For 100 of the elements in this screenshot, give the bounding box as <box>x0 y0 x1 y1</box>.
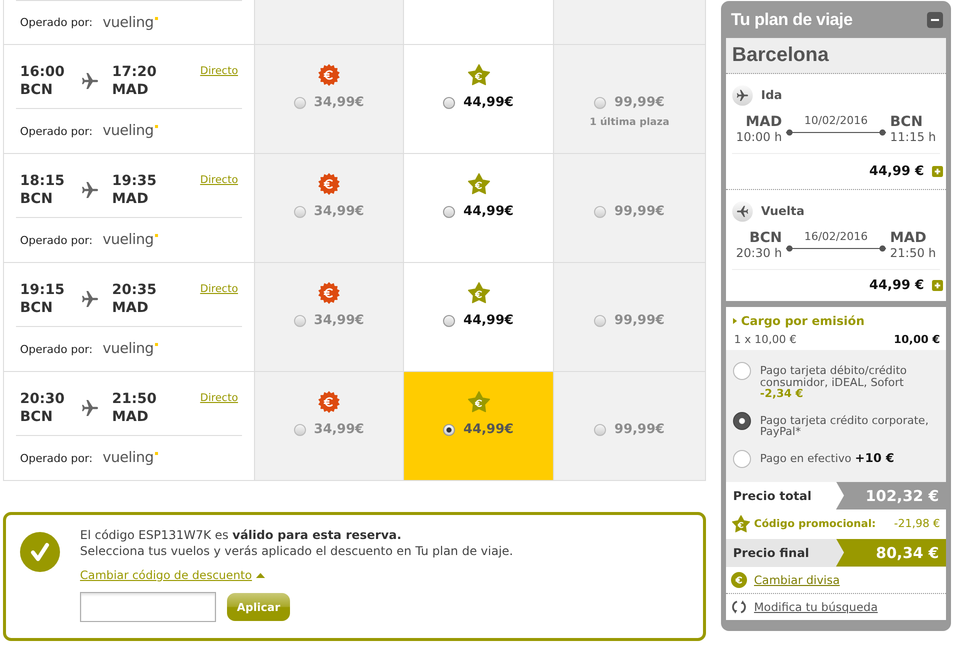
apply-button[interactable]: Aplicar <box>227 593 290 621</box>
arrival-airport: MAD <box>112 190 148 208</box>
fare-price: 34,99€ <box>314 313 364 329</box>
radio-button[interactable] <box>443 206 456 218</box>
flight-date: 16/02/2016 <box>804 230 868 244</box>
arrival-time: 20:35 <box>112 281 157 299</box>
departure-time: 20:30 <box>20 390 65 408</box>
modify-search-link[interactable]: Modifica tu búsqueda <box>754 600 878 614</box>
radio-button[interactable] <box>733 450 751 468</box>
radio-button[interactable] <box>443 315 456 327</box>
fare-price: 34,99€ <box>314 204 364 220</box>
leg-price: 44,99 € <box>869 164 924 179</box>
euro-star-icon <box>468 282 490 304</box>
departure-time: 16:00 <box>20 63 65 81</box>
fare-cell[interactable] <box>404 0 554 45</box>
panel-title: Tu plan de viaje <box>731 10 852 30</box>
fee-detail: 1 x 10,00 € <box>733 332 796 346</box>
destination-title: Barcelona <box>726 38 946 74</box>
radio-button[interactable] <box>733 362 751 380</box>
departure-time: 20:30 h <box>736 246 782 260</box>
payment-option-label: Pago en efectivo +10 € <box>760 450 894 464</box>
leg-label: Ida <box>761 88 782 102</box>
airline-logo: vueling <box>102 449 154 467</box>
promo-discount: -21,98 € <box>894 517 940 530</box>
euro-star-icon <box>468 64 490 86</box>
fare-cell[interactable]: 44,99€ <box>404 263 554 372</box>
payment-option-label: Pago tarjeta débito/crédito consumidor, iDEAL, Sofort -2,34 € <box>760 363 908 400</box>
fare-price: 34,99€ <box>314 95 364 111</box>
change-code-link[interactable]: Cambiar código de descuento <box>80 568 252 582</box>
check-icon <box>20 532 60 572</box>
euro-seal-icon <box>318 64 340 86</box>
euro-seal-icon <box>318 282 340 304</box>
destination-airport: BCN <box>890 114 923 130</box>
discount-code-field[interactable] <box>80 592 216 622</box>
euro-star-icon <box>468 173 490 195</box>
departure-airport: BCN <box>20 190 53 208</box>
operator-label: Operado por: <box>20 342 93 356</box>
stops-link[interactable]: Directo <box>200 173 238 187</box>
arrival-time: 17:20 <box>112 63 157 81</box>
leg-label: Vuelta <box>761 204 804 218</box>
euro-icon <box>731 572 747 588</box>
promo-code-label: Código promocional: <box>754 518 876 530</box>
change-currency-link[interactable]: Cambiar divisa <box>754 572 840 586</box>
plane-icon <box>82 182 98 198</box>
departure-airport: BCN <box>20 299 53 317</box>
fare-cell[interactable]: 44,99€ <box>404 45 554 154</box>
airline-logo: vueling <box>102 14 154 32</box>
departure-time: 18:15 <box>20 172 65 190</box>
arrival-airport: MAD <box>112 81 148 99</box>
stops-link[interactable]: Directo <box>200 391 238 405</box>
origin-airport: MAD <box>746 114 782 130</box>
radio-button[interactable] <box>733 412 751 430</box>
arrival-time: 21:50 <box>112 390 157 408</box>
promo-message: El código ESP131W7K es válido para esta reserva. <box>80 527 402 543</box>
plus-icon[interactable] <box>932 166 943 177</box>
fee-amount: 10,00 € <box>894 332 940 346</box>
euro-seal-icon <box>318 391 340 413</box>
total-amount: 102,32 € <box>836 482 946 510</box>
plane-icon <box>82 291 98 307</box>
departure-airport: BCN <box>20 81 53 99</box>
fare-cell[interactable]: 44,99€ <box>404 154 554 263</box>
plus-icon[interactable] <box>932 280 943 291</box>
operator-label: Operado por: <box>20 234 93 246</box>
departure-time: 10:00 h <box>736 130 782 144</box>
euro-star-icon <box>732 514 750 532</box>
operator-label: Operado por: <box>20 124 93 138</box>
airline-logo: vueling <box>102 340 154 358</box>
fee-label: Cargo por emisión <box>741 314 865 328</box>
caret-icon <box>733 318 737 324</box>
payment-option-label: Pago tarjeta crédito corporate, PayPal* <box>760 412 930 438</box>
fare-price: 99,99€ <box>614 204 665 220</box>
arrival-time: 11:15 h <box>890 130 936 144</box>
stops-link[interactable]: Directo <box>200 282 238 296</box>
leg-price: 44,99 € <box>869 278 924 293</box>
availability-note: 1 última plaza <box>590 117 670 129</box>
arrival-airport: MAD <box>112 299 148 317</box>
euro-seal-icon <box>318 173 340 195</box>
fare-price: 44,99€ <box>463 95 514 111</box>
fare-price: 34,99€ <box>314 422 364 438</box>
fare-price: 44,99€ <box>463 313 514 329</box>
arrival-time: 19:35 <box>112 172 157 190</box>
arrival-airport: MAD <box>112 408 148 426</box>
radio-button[interactable] <box>443 424 456 436</box>
destination-airport: MAD <box>890 230 926 246</box>
plane-icon <box>732 200 753 222</box>
fare-price: 99,99€ <box>614 422 665 438</box>
arrival-time: 21:50 h <box>890 246 936 260</box>
fare-price: 44,99€ <box>463 204 514 220</box>
plane-icon <box>732 84 753 106</box>
radio-button[interactable] <box>443 97 456 109</box>
fare-price: 99,99€ <box>614 313 665 329</box>
fare-price: 44,99€ <box>463 422 514 438</box>
caret-icon[interactable] <box>256 572 265 578</box>
airline-logo: vueling <box>102 231 154 249</box>
final-label: Precio final <box>732 544 810 562</box>
stops-link[interactable]: Directo <box>200 64 238 78</box>
final-amount: 80,34 € <box>836 538 946 566</box>
collapse-button[interactable] <box>927 12 943 28</box>
fare-cell[interactable]: 44,99€ <box>404 372 554 481</box>
fare-price: 99,99€ <box>614 95 665 111</box>
